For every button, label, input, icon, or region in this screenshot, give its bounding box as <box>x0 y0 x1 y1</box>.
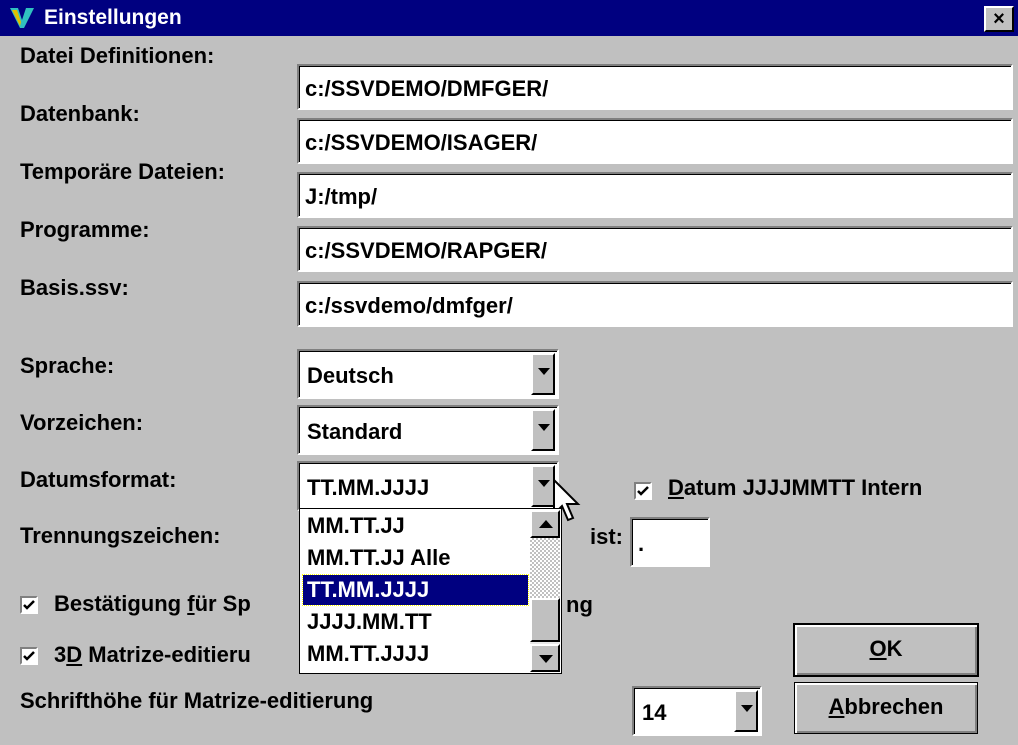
label-datumsformat: Datumsformat: <box>20 467 177 492</box>
datei-definitionen-value: c:/SSVDEMO/DMFGER/ <box>305 76 549 101</box>
programme-value: c:/SSVDEMO/RAPGER/ <box>305 238 548 263</box>
label-temporaere-dateien: Temporäre Dateien: <box>20 159 225 184</box>
label-datenbank: Datenbank: <box>20 101 140 126</box>
temporaere-dateien-value: J:/tmp/ <box>305 184 378 209</box>
label-sprache: Sprache: <box>20 353 115 378</box>
datum-intern-label[interactable]: Datum JJJJMMTT Intern <box>668 475 922 501</box>
datumsformat-value: TT.MM.JJJJ <box>307 475 430 500</box>
bestaetigung-checkbox[interactable] <box>20 596 38 614</box>
trennungszeichen-value: . <box>638 531 645 556</box>
vorzeichen-value: Standard <box>307 419 403 444</box>
bestaetigung-mnemonic: f <box>187 591 195 616</box>
sprache-value: Deutsch <box>307 363 394 388</box>
datei-definitionen-input[interactable]: c:/SSVDEMO/DMFGER/ <box>297 64 1013 110</box>
app-icon <box>10 8 34 28</box>
bestaetigung-label-end: ng <box>566 592 593 617</box>
datum-intern-checkbox[interactable] <box>634 482 652 500</box>
datum-intern-text: atum JJJJMMTT Intern <box>683 475 923 500</box>
close-button[interactable]: × <box>984 6 1014 32</box>
trennungszeichen-input[interactable]: . <box>630 517 710 567</box>
basis-ssv-input[interactable]: c:/ssvdemo/dmfger/ <box>297 281 1013 327</box>
list-item[interactable]: MM.TT.JJJJ <box>303 639 528 669</box>
bestaetigung-text-start: Bestätigung <box>54 591 188 616</box>
programme-input[interactable]: c:/SSVDEMO/RAPGER/ <box>297 226 1013 272</box>
label-vorzeichen: Vorzeichen: <box>20 410 144 435</box>
label-basis-ssv: Basis.ssv: <box>20 275 129 300</box>
cancel-mnemonic: A <box>828 694 845 719</box>
cancel-button[interactable]: Abbrechen <box>794 682 978 734</box>
cancel-text: bbrechen <box>844 694 944 719</box>
matrize-3d-text-rest: Matrize-editieru <box>82 642 251 667</box>
label-programme: Programme: <box>20 217 150 242</box>
schrifthoehe-select[interactable]: 14 <box>632 686 762 736</box>
bestaetigung-label[interactable]: Bestätigung für Sp <box>54 591 251 617</box>
datum-intern-mnemonic: D <box>668 475 684 500</box>
matrize-3d-text-start: 3 <box>54 642 67 667</box>
list-item-selected[interactable]: TT.MM.JJJJ <box>302 574 529 606</box>
matrize-3d-mnemonic: D <box>66 642 83 667</box>
list-item[interactable]: MM.TT.JJ <box>303 511 528 541</box>
vorzeichen-select[interactable]: Standard <box>297 405 559 455</box>
temporaere-dateien-input[interactable]: J:/tmp/ <box>297 172 1013 218</box>
checkmark-icon <box>23 651 35 661</box>
checkmark-icon <box>23 600 35 610</box>
datumsformat-select[interactable]: TT.MM.JJJJ <box>297 461 559 511</box>
chevron-down-icon[interactable] <box>734 690 758 732</box>
ok-text: K <box>886 636 903 661</box>
datenbank-input[interactable]: c:/SSVDEMO/ISAGER/ <box>297 118 1013 164</box>
checkmark-icon <box>637 486 649 496</box>
datumsformat-dropdown-list[interactable]: MM.TT.JJ MM.TT.JJ Alle TT.MM.JJJJ JJJJ.M… <box>299 508 562 674</box>
scroll-track[interactable] <box>530 538 560 598</box>
ok-button[interactable]: OK <box>794 624 978 676</box>
matrize-3d-label[interactable]: 3D Matrize-editieru <box>54 642 251 668</box>
matrize-3d-checkbox[interactable] <box>20 647 38 665</box>
label-schrifthoehe: Schrifthöhe für Matrize-editierung <box>20 688 374 713</box>
label-trennungszeichen: Trennungszeichen: <box>20 523 221 548</box>
label-trennungszeichen-ist: ist: <box>590 524 623 549</box>
basis-ssv-value: c:/ssvdemo/dmfger/ <box>305 293 513 318</box>
schrifthoehe-value: 14 <box>642 700 667 725</box>
bestaetigung-text-mid: ür Sp <box>194 591 251 616</box>
scrollbar[interactable] <box>530 510 560 672</box>
chevron-down-icon[interactable] <box>531 409 555 451</box>
scroll-thumb[interactable] <box>530 598 560 642</box>
datenbank-value: c:/SSVDEMO/ISAGER/ <box>305 130 538 155</box>
chevron-down-icon[interactable] <box>531 353 555 395</box>
ok-mnemonic: O <box>869 636 887 661</box>
window-title: Einstellungen <box>44 6 182 29</box>
scroll-down-icon[interactable] <box>530 644 560 672</box>
sprache-select[interactable]: Deutsch <box>297 349 559 399</box>
scroll-up-icon[interactable] <box>530 510 560 538</box>
label-datei-definitionen: Datei Definitionen: <box>20 43 215 68</box>
list-item[interactable]: JJJJ.MM.TT <box>303 607 528 637</box>
list-item[interactable]: MM.TT.JJ Alle <box>303 543 528 573</box>
